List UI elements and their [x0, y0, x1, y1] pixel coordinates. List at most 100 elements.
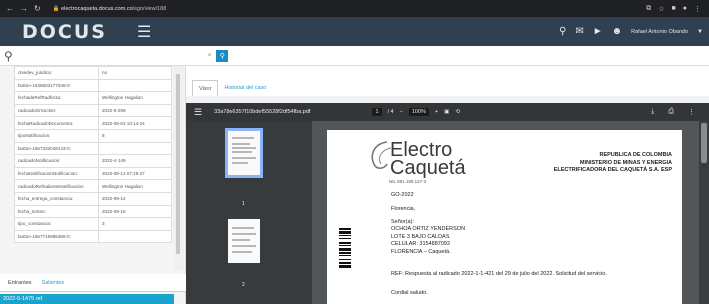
- property-row: fechaNotificacionNotificacion: 2022-08-12…: [14, 166, 172, 181]
- property-key: fechaNotificacionNotificacion:: [14, 166, 99, 181]
- letter-code: GO-2022: [391, 192, 414, 198]
- page-count: / 4: [387, 109, 394, 115]
- menu-icon[interactable]: ⋮: [694, 5, 701, 13]
- barcode-bar: [339, 255, 351, 256]
- properties-table: clsedev_juridica: no button-1636603177048-…: [14, 66, 172, 244]
- user-name[interactable]: Rafael Antonio Obando: [631, 29, 688, 35]
- barcode-bar: [339, 228, 351, 230]
- address-line: LOTE 3 BAJO CALDAS: [391, 233, 450, 240]
- logo: DOCUS: [22, 20, 107, 43]
- property-key: clsedev_juridica:: [14, 66, 99, 80]
- property-value: Wellington Hagalion: [98, 179, 172, 193]
- tab-historial[interactable]: Historial del caso: [218, 80, 272, 96]
- print-icon[interactable]: ⎙: [668, 108, 674, 116]
- left-panel: clsedev_juridica: no button-1636603177048-…: [0, 66, 186, 304]
- property-row: button-1636603177048-0:: [14, 78, 172, 93]
- page-number-input[interactable]: 1: [372, 108, 382, 116]
- letter-greeting: Cordial saludo.: [391, 290, 428, 296]
- barcode-bar: [339, 262, 351, 264]
- search-input[interactable]: [15, 48, 208, 63]
- property-value: 2022-5-299: [98, 103, 172, 118]
- property-value: Wellington Hagalion: [98, 91, 172, 105]
- property-key: radicadoOrSocket:: [14, 103, 99, 118]
- hamburger-icon[interactable]: ☰: [137, 22, 151, 42]
- page-thumbnail[interactable]: [228, 219, 260, 263]
- search-bar: ⚲ × ⚲: [0, 46, 709, 66]
- user-menu-chevron-icon[interactable]: ▼: [697, 29, 703, 35]
- pdf-filename: 33a78e6357f10bdef55528f2df54fba.pdf: [214, 109, 311, 115]
- thumbnail-pane: 1 2: [186, 121, 312, 304]
- letter-city: Florencia,: [391, 206, 416, 212]
- extension-icon[interactable]: ■: [672, 5, 676, 13]
- search-button[interactable]: ⚲: [216, 49, 229, 62]
- heading-line: REPUBLICA DE COLOMBIA: [599, 152, 672, 158]
- selected-document[interactable]: 2022-5-1475 ref: [0, 294, 174, 304]
- more-icon[interactable]: ⋮: [688, 108, 695, 116]
- property-value: [98, 78, 172, 93]
- play-icon[interactable]: ►: [593, 26, 603, 37]
- property-row: tipo_constancia: 3: [14, 217, 172, 231]
- reload-icon[interactable]: ↻: [34, 4, 41, 13]
- search-icon: ⚲: [4, 48, 13, 63]
- page-thumbnail[interactable]: [225, 128, 263, 178]
- heading-line: MINISTERIO DE MINAS Y ENERGIA: [579, 159, 672, 166]
- pdf-page: Electro Caquetá NIL 891.190.127-3 REPUBL…: [327, 130, 682, 304]
- rotate-icon[interactable]: ⟲: [455, 109, 460, 115]
- scroll-thumb[interactable]: [176, 74, 180, 254]
- property-key: tipo_constancia:: [14, 217, 99, 231]
- content-tabs: Visor Historial del caso: [186, 66, 709, 96]
- property-key: fecha_sorteo:: [14, 204, 99, 219]
- forward-icon[interactable]: →: [20, 4, 28, 13]
- back-icon[interactable]: ←: [6, 4, 14, 13]
- property-row: radicadoNotificacion: 2022-4-149: [14, 154, 172, 168]
- share-icon[interactable]: ⧉: [646, 5, 651, 13]
- property-row: fechadeRefRadfecta: Wellington Hagalion: [14, 91, 172, 105]
- property-value: [98, 141, 172, 156]
- property-key: tipoNotificacion:: [14, 128, 99, 143]
- url-host: electrocaqueta.docus.com.co: [61, 5, 133, 12]
- property-row: tipoNotificacion: 8: [14, 128, 172, 143]
- profile-icon[interactable]: ●: [683, 5, 687, 13]
- pdf-scrollbar[interactable]: [699, 121, 709, 304]
- letter-address: OCHOA ORTIZ YENDERSON LOTE 3 BAJO CALDAS…: [391, 226, 465, 256]
- property-key: fechadeRefRadfecta:: [14, 91, 99, 105]
- mail-icon[interactable]: ✉: [575, 26, 583, 37]
- tab-salientes[interactable]: Salientes: [42, 280, 65, 286]
- clear-icon[interactable]: ×: [208, 53, 212, 59]
- property-value: 2022-08-03 10:14:24: [98, 116, 172, 130]
- property-row: fechaRadicadoDocumento: 2022-08-03 10:14:…: [14, 116, 172, 130]
- user-icon[interactable]: ☻: [612, 26, 623, 37]
- property-key: button-1657332048143-0:: [14, 141, 99, 156]
- property-row: fecha_entrega_constancia: 2022-09-12: [14, 191, 172, 206]
- property-row: radicadoOrSocket: 2022-5-299: [14, 103, 172, 118]
- app-header: DOCUS ☰ ⚲ ✉ ► ☻ Rafael Antonio Obando ▼: [0, 17, 709, 46]
- property-value: 2022-4-149: [98, 154, 172, 168]
- left-tabs: Entrantes Salientes: [0, 274, 186, 292]
- property-value: 2022-09-12: [98, 191, 172, 206]
- property-row: fecha_sorteo: 2022-09-16: [14, 204, 172, 219]
- url-path: /sgo/view/188: [132, 5, 167, 12]
- barcode: [339, 228, 351, 294]
- property-key: button-1657715986386-0:: [14, 229, 99, 244]
- star-icon[interactable]: ☆: [658, 5, 664, 13]
- tab-entrantes[interactable]: Entrantes: [8, 280, 32, 286]
- address-bar[interactable]: 🔒 electrocaqueta.docus.com.co/sgo/view/1…: [53, 6, 167, 12]
- property-value: 2022-09-16: [98, 204, 172, 219]
- tab-visor[interactable]: Visor: [192, 80, 219, 96]
- zoom-in-icon[interactable]: +: [435, 109, 438, 115]
- fit-page-icon[interactable]: ▣: [444, 109, 449, 115]
- property-row: button-1657715986386-0:: [14, 229, 172, 244]
- property-row: clsedev_juridica: no: [14, 66, 172, 80]
- thumbnail-label: 2: [242, 282, 245, 288]
- barcode-bar: [339, 265, 351, 268]
- left-scrollbar[interactable]: [174, 66, 184, 271]
- address-line: FLORENCIA – Caquetá.: [391, 248, 451, 255]
- zoom-level[interactable]: 100%: [408, 108, 429, 116]
- zoom-out-icon[interactable]: −: [400, 109, 403, 115]
- scroll-thumb[interactable]: [701, 123, 707, 163]
- search-icon[interactable]: ⚲: [559, 26, 566, 37]
- barcode-bar: [339, 242, 351, 244]
- letter-reference: REF: Respuesta al radicado 2022-1-1-421 …: [391, 271, 607, 277]
- sidebar-menu-icon[interactable]: ☰: [194, 107, 202, 118]
- download-icon[interactable]: ⤓: [651, 108, 654, 116]
